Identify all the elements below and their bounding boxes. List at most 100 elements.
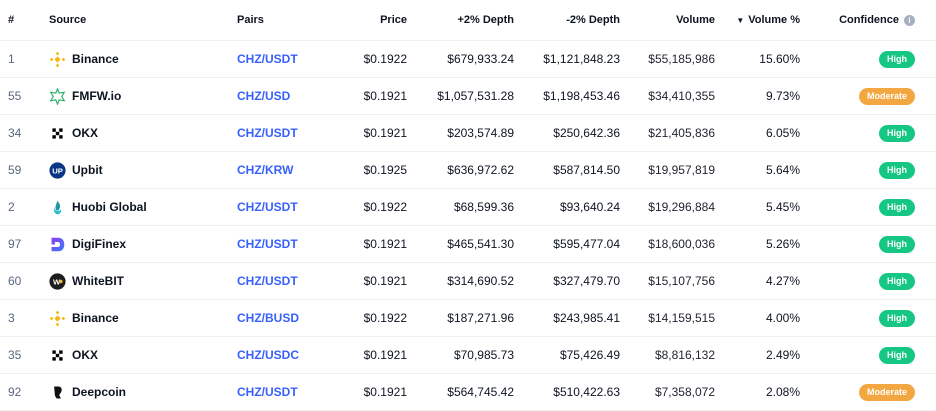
header-rank[interactable]: # [8,0,38,40]
plus-depth-cell: $636,972.62 [447,163,514,177]
minus-depth-cell: $1,121,848.23 [543,52,620,66]
confidence-cell: Moderate [805,78,915,114]
source-name[interactable]: Upbit [72,163,103,177]
table-row[interactable]: 35 OKX CHZ/USDC $0.1921 $70,985.73 $75,426.49… [0,337,936,374]
source-name[interactable]: Binance [72,311,119,325]
source-cell[interactable]: Huobi Global [49,189,229,225]
header-source[interactable]: Source [49,0,229,40]
table-row[interactable]: 1 Binance CHZ/USDT $0.1922 $679,933.24 $1,121… [0,41,936,78]
upbit-logo: UP [49,161,66,179]
confidence-badge: Moderate [858,383,915,401]
price-cell: $0.1922 [363,52,407,66]
confidence-badge: High [879,309,915,327]
rank-cell: 59 [8,163,22,177]
source-cell[interactable]: UP Upbit [49,152,229,188]
source-name[interactable]: WhiteBIT [72,274,124,288]
table-row[interactable]: 3 Binance CHZ/BUSD $0.1922 $187,271.96 $243,9… [0,300,936,337]
rank-cell: 3 [8,311,15,325]
volume-cell: $15,107,756 [648,274,715,288]
source-name[interactable]: DigiFinex [72,237,126,251]
volume-cell: $18,600,036 [648,237,715,251]
source-cell[interactable]: DigiFinex [49,226,229,262]
table-row[interactable]: 92 Deepcoin CHZ/USDT $0.1921 $564,745.42 $510… [0,374,936,411]
source-name[interactable]: OKX [72,348,98,362]
confidence-badge: High [879,161,915,179]
table-body: 1 Binance CHZ/USDT $0.1922 $679,933.24 $1,121… [0,41,936,411]
table-row[interactable]: 60 W WhiteBIT CHZ/USDT $0.1921 $314,690.52 $32… [0,263,936,300]
rank-cell: 60 [8,274,22,288]
source-cell[interactable]: Binance [49,41,229,77]
table-row[interactable]: 55 FMFW.io CHZ/USD $0.1921 $1,057,531.28 $1,1… [0,78,936,115]
confidence-badge: High [879,235,915,253]
source-cell[interactable]: FMFW.io [49,78,229,114]
huobi-logo [49,199,66,216]
plus-depth-cell: $564,745.42 [447,385,514,399]
volume-cell: $21,405,836 [648,126,715,140]
confidence-cell: High [805,41,915,77]
plus-depth-cell: $68,599.36 [453,200,514,214]
confidence-badge: High [879,198,915,216]
confidence-badge: High [879,272,915,290]
source-cell[interactable]: W WhiteBIT [49,263,229,299]
header-price[interactable]: Price [317,0,407,40]
source-name[interactable]: OKX [72,126,98,140]
table-row[interactable]: 97 DigiFinex CHZ/USDT $0.1921 $465,541.30 $59… [0,226,936,263]
volume-pct-cell: 4.27% [765,274,800,288]
plus-depth-cell: $203,574.89 [447,126,514,140]
source-cell[interactable]: Deepcoin [49,374,229,410]
plus-depth-cell: $465,541.30 [447,237,514,251]
volume-pct-cell: 4.00% [765,311,800,325]
volume-pct-cell: 2.08% [765,385,800,399]
rank-cell: 2 [8,200,15,214]
header-plus-depth[interactable]: +2% Depth [404,0,514,40]
svg-text:UP: UP [52,166,63,175]
rank-cell: 55 [8,89,22,103]
minus-depth-cell: $243,985.41 [553,311,620,325]
volume-cell: $19,957,819 [648,163,715,177]
rank-cell: 35 [8,348,22,362]
table-row[interactable]: 59 UP Upbit CHZ/KRW $0.1925 $636,972.62 $587,8… [0,152,936,189]
rank-cell: 97 [8,237,22,251]
minus-depth-cell: $595,477.04 [553,237,620,251]
info-icon[interactable]: i [904,14,915,26]
source-name[interactable]: FMFW.io [72,89,121,103]
price-cell: $0.1922 [363,200,407,214]
price-cell: $0.1921 [363,237,407,251]
confidence-badge: Moderate [858,87,915,105]
volume-pct-cell: 5.45% [765,200,800,214]
price-cell: $0.1921 [363,348,407,362]
confidence-cell: High [805,226,915,262]
confidence-badge: High [879,346,915,364]
volume-cell: $34,410,355 [648,89,715,103]
volume-pct-cell: 5.26% [765,237,800,251]
confidence-cell: High [805,115,915,151]
source-name[interactable]: Deepcoin [72,385,126,399]
table-row[interactable]: 34 OKX CHZ/USDT $0.1921 $203,574.89 $250,642.… [0,115,936,152]
header-volume[interactable]: Volume [615,0,715,40]
header-minus-depth[interactable]: -2% Depth [510,0,620,40]
rank-cell: 92 [8,385,22,399]
price-cell: $0.1921 [363,385,407,399]
source-cell[interactable]: Binance [49,300,229,336]
source-cell[interactable]: OKX [49,337,229,373]
confidence-cell: High [805,263,915,299]
source-name[interactable]: Huobi Global [72,200,147,214]
minus-depth-cell: $75,426.49 [559,348,620,362]
confidence-badge: High [879,50,915,68]
table-row[interactable]: 2 Huobi Global CHZ/USDT $0.1922 $68,599.36 $9… [0,189,936,226]
source-name[interactable]: Binance [72,52,119,66]
confidence-cell: High [805,189,915,225]
price-cell: $0.1922 [363,311,407,325]
rank-cell: 1 [8,52,15,66]
minus-depth-cell: $587,814.50 [553,163,620,177]
plus-depth-cell: $187,271.96 [447,311,514,325]
markets-table: # Source Pairs Price +2% Depth -2% Depth… [0,0,936,411]
price-cell: $0.1921 [363,126,407,140]
binance-logo [49,310,66,327]
volume-pct-cell: 2.49% [765,348,800,362]
source-cell[interactable]: OKX [49,115,229,151]
header-confidence[interactable]: Confidence i [805,0,915,40]
header-volume-pct[interactable]: ▼ Volume % [720,0,800,40]
digifinex-logo [49,236,66,253]
plus-depth-cell: $70,985.73 [453,348,514,362]
